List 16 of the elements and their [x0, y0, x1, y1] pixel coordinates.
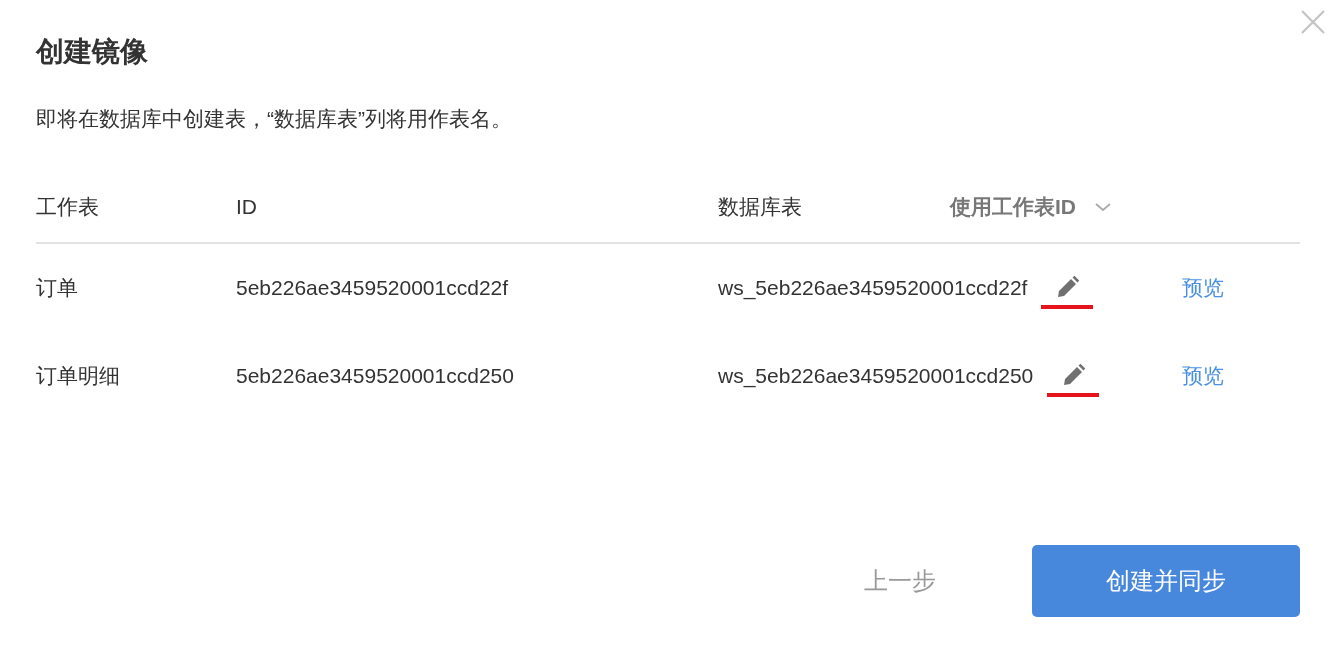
- table-cell-text: 订单: [36, 275, 79, 301]
- table-cell: ws_5eb226ae3459520001ccd250: [718, 364, 1034, 388]
- table-cell: ws_5eb226ae3459520001ccd22f: [718, 276, 1028, 300]
- table-cell-text: 5eb226ae3459520001ccd22f: [236, 276, 510, 300]
- preview-link[interactable]: 预览: [1182, 274, 1224, 302]
- column-header: ID: [236, 195, 258, 219]
- chevron-down-icon: [1094, 201, 1112, 213]
- preview-link[interactable]: 预览: [1182, 362, 1224, 390]
- column-header: 数据库表: [718, 194, 802, 220]
- column-header: 工作表: [36, 194, 100, 220]
- dialog-title: 创建镜像: [36, 35, 148, 69]
- name-source-dropdown[interactable]: 使用工作表ID: [950, 193, 1112, 221]
- table-cell-text: 5eb226ae3459520001ccd250: [236, 364, 515, 388]
- create-and-sync-button[interactable]: 创建并同步: [1032, 545, 1300, 617]
- dialog-description: 即将在数据库中创建表，“数据库表”列将用作表名。: [36, 106, 513, 132]
- table-cell-text: 订单明细: [36, 363, 121, 389]
